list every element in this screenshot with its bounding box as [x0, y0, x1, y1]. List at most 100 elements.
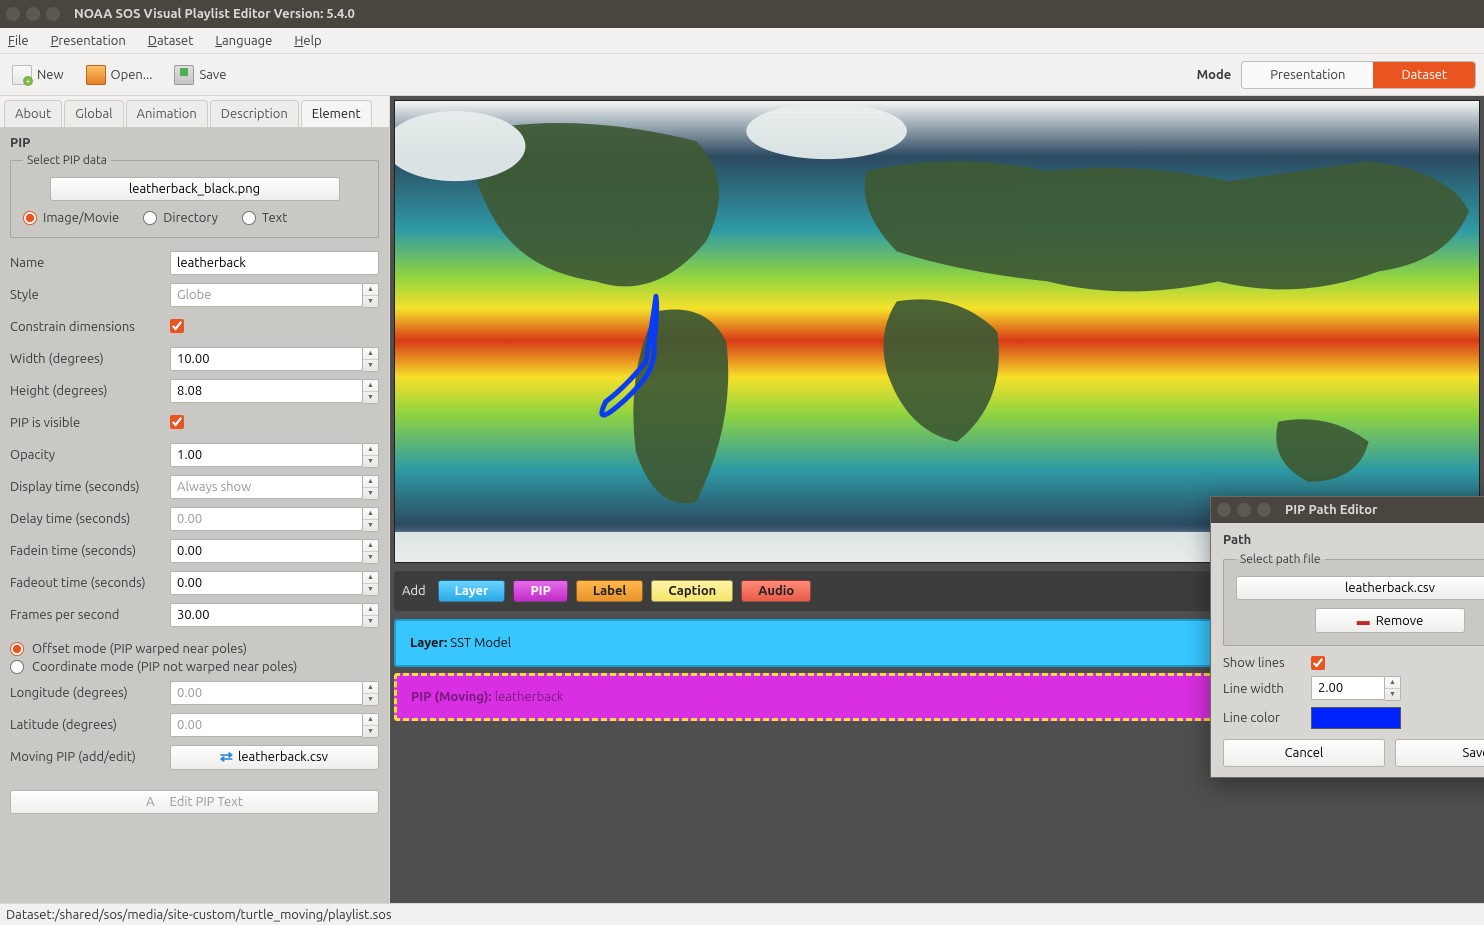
save-icon [174, 65, 194, 85]
style-label: Style [10, 288, 170, 302]
latitude-input [170, 713, 363, 737]
fadein-label: Fadein time (seconds) [10, 544, 170, 558]
minimize-window-icon[interactable] [26, 7, 40, 21]
maximize-dialog-icon[interactable] [1257, 503, 1271, 517]
show-lines-label: Show lines [1223, 656, 1303, 670]
menubar: File Presentation Dataset Language Help [0, 28, 1484, 54]
open-button[interactable]: Open... [82, 61, 157, 89]
maximize-window-icon[interactable] [46, 7, 60, 21]
moving-pip-label: Moving PIP (add/edit) [10, 750, 170, 764]
line-color-swatch[interactable] [1311, 707, 1401, 729]
status-path: /shared/sos/media/site-custom/turtle_mov… [55, 908, 392, 922]
delay-time-spinner[interactable]: ▲▼ [363, 507, 379, 532]
visible-label: PIP is visible [10, 416, 170, 430]
fadein-input[interactable] [170, 539, 363, 563]
add-audio-button[interactable]: Audio [741, 580, 811, 602]
moving-pip-button[interactable]: ⇄leatherback.csv [170, 745, 379, 770]
fps-label: Frames per second [10, 608, 170, 622]
radio-directory[interactable]: Directory [143, 211, 218, 225]
mode-presentation-button[interactable]: Presentation [1242, 62, 1373, 88]
tab-strip: About Global Animation Description Eleme… [0, 100, 389, 127]
right-panel: Add Layer PIP Label Caption Audio Frame … [390, 96, 1484, 903]
select-pip-data-legend: Select PIP data [23, 154, 111, 167]
constrain-checkbox[interactable] [170, 319, 184, 333]
height-label: Height (degrees) [10, 384, 170, 398]
menu-help[interactable]: Help [294, 34, 321, 48]
window-titlebar: NOAA SOS Visual Playlist Editor Version:… [0, 0, 1484, 28]
open-icon [86, 65, 106, 85]
pip-file-button[interactable]: leatherback_black.png [50, 177, 340, 201]
new-button[interactable]: New [8, 61, 68, 89]
fadeout-spinner[interactable]: ▲▼ [363, 571, 379, 596]
pip-path-editor-dialog: PIP Path Editor Path Select path file le… [1210, 496, 1484, 778]
close-dialog-icon[interactable] [1217, 503, 1231, 517]
longitude-input [170, 681, 363, 705]
fadein-spinner[interactable]: ▲▼ [363, 539, 379, 564]
style-dropdown-button[interactable]: ▲▼ [363, 283, 379, 308]
tab-animation[interactable]: Animation [126, 100, 208, 127]
offset-mode-radio[interactable]: Offset mode (PIP warped near poles) [10, 642, 379, 656]
fadeout-input[interactable] [170, 571, 363, 595]
status-prefix: Dataset: [6, 908, 55, 922]
tab-about[interactable]: About [4, 100, 62, 127]
opacity-input[interactable] [170, 443, 363, 467]
display-time-spinner[interactable]: ▲▼ [363, 475, 379, 500]
add-label: Add [402, 584, 426, 598]
name-input[interactable] [170, 251, 379, 275]
mode-label: Mode [1197, 68, 1232, 82]
line-width-spinner[interactable]: ▲▼ [1385, 676, 1401, 701]
radio-image-movie[interactable]: Image/Movie [23, 211, 119, 225]
select-path-file-fieldset: Select path file leatherback.csv ▬Remove [1223, 553, 1484, 646]
path-file-button[interactable]: leatherback.csv [1236, 576, 1484, 600]
opacity-label: Opacity [10, 448, 170, 462]
width-input[interactable] [170, 347, 363, 371]
save-button[interactable]: Save [170, 61, 230, 89]
menu-file[interactable]: File [8, 34, 29, 48]
delay-time-input [170, 507, 363, 531]
close-window-icon[interactable] [6, 7, 20, 21]
remove-path-button[interactable]: ▬Remove [1315, 608, 1465, 633]
menu-dataset[interactable]: Dataset [148, 34, 194, 48]
map-preview[interactable] [394, 100, 1480, 563]
width-spinner[interactable]: ▲▼ [363, 347, 379, 372]
display-time-label: Display time (seconds) [10, 480, 170, 494]
element-panel: PIP Select PIP data leatherback_black.pn… [0, 127, 389, 903]
add-caption-button[interactable]: Caption [651, 580, 733, 602]
latitude-spinner[interactable]: ▲▼ [363, 713, 379, 738]
longitude-spinner[interactable]: ▲▼ [363, 681, 379, 706]
fps-spinner[interactable]: ▲▼ [363, 603, 379, 628]
radio-text[interactable]: Text [242, 211, 287, 225]
style-select[interactable] [170, 283, 363, 307]
height-spinner[interactable]: ▲▼ [363, 379, 379, 404]
window-title: NOAA SOS Visual Playlist Editor Version:… [74, 7, 355, 21]
line-width-input[interactable] [1311, 676, 1385, 700]
tab-description[interactable]: Description [210, 100, 299, 127]
tab-element[interactable]: Element [301, 100, 372, 127]
mode-dataset-button[interactable]: Dataset [1373, 62, 1475, 88]
delay-time-label: Delay time (seconds) [10, 512, 170, 526]
pip-heading: PIP [10, 136, 379, 150]
edit-pip-text-button[interactable]: A Edit PIP Text [10, 790, 379, 814]
fps-input[interactable] [170, 603, 363, 627]
menu-presentation[interactable]: Presentation [51, 34, 126, 48]
width-label: Width (degrees) [10, 352, 170, 366]
tab-global[interactable]: Global [64, 100, 123, 127]
add-pip-button[interactable]: PIP [513, 580, 567, 602]
select-path-file-legend: Select path file [1236, 553, 1325, 566]
visible-checkbox[interactable] [170, 415, 184, 429]
path-heading: Path [1223, 533, 1484, 547]
coordinate-mode-radio[interactable]: Coordinate mode (PIP not warped near pol… [10, 660, 379, 674]
minimize-dialog-icon[interactable] [1237, 503, 1251, 517]
show-lines-checkbox[interactable] [1311, 656, 1325, 670]
save-path-button[interactable]: Save [1395, 739, 1484, 767]
cancel-button[interactable]: Cancel [1223, 739, 1385, 767]
name-label: Name [10, 256, 170, 270]
display-time-input [170, 475, 363, 499]
add-label-button[interactable]: Label [576, 580, 644, 602]
dialog-titlebar[interactable]: PIP Path Editor [1211, 497, 1484, 523]
add-layer-button[interactable]: Layer [438, 580, 506, 602]
select-pip-data-fieldset: Select PIP data leatherback_black.png Im… [10, 154, 379, 238]
height-input[interactable] [170, 379, 363, 403]
menu-language[interactable]: Language [215, 34, 272, 48]
opacity-spinner[interactable]: ▲▼ [363, 443, 379, 468]
